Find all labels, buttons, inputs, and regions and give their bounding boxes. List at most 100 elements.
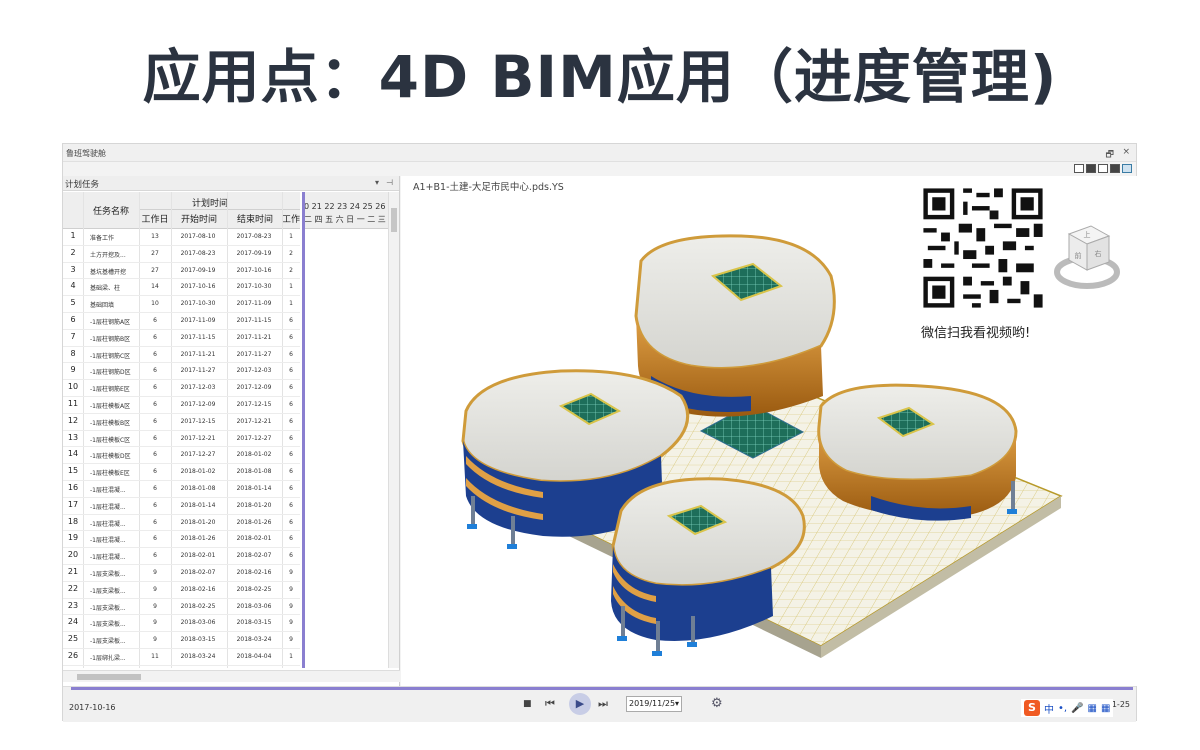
task-start: 2017-12-27 (180, 451, 216, 459)
table-row[interactable]: 26 -1层绑扎梁... 11 2018-03-24 2018-04-04 1 (63, 649, 300, 666)
task-end: 2018-04-04 (236, 652, 272, 660)
current-date-line[interactable] (302, 192, 305, 668)
table-row[interactable]: 1 准备工作 13 2017-08-10 2017-08-23 1 (63, 229, 300, 246)
table-row[interactable]: 4 基础梁、柱 14 2017-10-16 2017-10-30 1 (63, 279, 300, 297)
task-duration: 27 (151, 266, 159, 274)
task-work: 9 (289, 568, 293, 576)
task-work: 6 (289, 451, 293, 459)
table-row[interactable]: 2 土方开挖及... 27 2017-08-23 2017-09-19 2 (63, 246, 300, 263)
close-icon[interactable]: × (1122, 147, 1130, 157)
ime-lang[interactable]: 中 (1044, 701, 1054, 716)
row-index: 16 (67, 482, 79, 492)
task-end: 2017-12-09 (236, 384, 272, 392)
task-name: -1层柱混凝... (90, 537, 126, 545)
panel-dropdown-icon[interactable]: ▾ (375, 178, 379, 187)
ime-grid-icon[interactable]: ▦ (1101, 703, 1110, 714)
pin-icon[interactable]: ⊣ (386, 178, 393, 187)
task-name: 基坑基槽开挖 (90, 268, 127, 276)
task-end: 2018-01-02 (236, 451, 272, 459)
view-cube[interactable]: 上 前 右 (1051, 212, 1123, 298)
task-grid: 计划时间 任务名称 工作日 开始时间 结束时间 工作 1 准备工作 13 2017-0… (63, 192, 300, 668)
task-end: 2017-11-15 (236, 316, 272, 324)
ime-mic-icon[interactable]: 🎤 (1071, 703, 1083, 714)
table-row[interactable]: 9 -1层柱钢筋D区 6 2017-11-27 2017-12-03 6 (63, 363, 300, 381)
app-name: 鲁班驾驶舱 (66, 149, 106, 158)
panel-title: 计划任务 (65, 180, 100, 190)
task-duration: 9 (153, 568, 157, 576)
task-duration: 6 (153, 552, 157, 560)
task-end: 2017-08-23 (236, 233, 272, 240)
task-start: 2018-01-26 (180, 535, 216, 543)
timeline-progress[interactable] (71, 687, 1133, 690)
table-row[interactable]: 8 -1层柱钢筋C区 6 2017-11-21 2017-11-27 6 (63, 347, 300, 364)
play-button[interactable]: ▶ (569, 693, 591, 715)
table-row[interactable]: 10 -1层柱钢筋E区 6 2017-12-03 2017-12-09 6 (63, 380, 300, 397)
stop-icon[interactable]: ■ (523, 699, 532, 709)
work-header[interactable]: 工作 (282, 212, 300, 225)
frame-view-icon[interactable] (1098, 164, 1108, 173)
next-icon[interactable]: ⏭ (598, 697, 608, 711)
table-row[interactable]: 18 -1层柱混凝... 6 2018-01-20 2018-01-26 6 (63, 515, 300, 532)
table-row[interactable]: 24 -1层支梁板... 9 2018-03-06 2018-03-15 9 (63, 615, 300, 633)
model-file-label: A1+B1-土建-大足市民中心.pds.YS (413, 182, 564, 193)
task-work: 6 (289, 333, 293, 341)
table-row[interactable]: 17 -1层柱混凝... 6 2018-01-14 2018-01-20 6 (63, 498, 300, 515)
task-start: 2018-03-24 (180, 652, 216, 660)
table-row[interactable]: 6 -1层柱钢筋A区 6 2017-11-09 2017-11-15 6 (63, 313, 300, 330)
settings-icon[interactable]: ⚙ (711, 696, 723, 711)
task-duration: 6 (153, 316, 157, 324)
row-index: 19 (67, 533, 79, 543)
view-toolbar (1074, 164, 1132, 173)
vertical-scroll-thumb[interactable] (391, 208, 397, 232)
ime-keyboard-icon[interactable]: ▦ (1088, 703, 1097, 714)
duration-header[interactable]: 工作日 (139, 212, 171, 225)
table-row[interactable]: 21 -1层支梁板... 9 2018-02-07 2018-02-16 9 (63, 565, 300, 582)
task-name: -1层柱混凝... (90, 554, 126, 562)
row-index: 22 (67, 583, 79, 593)
layout-icon[interactable] (1074, 164, 1084, 173)
current-date-value: 2019/11/25 (629, 699, 676, 708)
table-row[interactable]: 13 -1层柱模板C区 6 2017-12-21 2017-12-27 6 (63, 431, 300, 448)
task-name: -1层柱钢筋E区 (90, 386, 130, 394)
task-work: 9 (289, 585, 293, 593)
start-header[interactable]: 开始时间 (172, 212, 226, 225)
task-work: 6 (289, 501, 293, 509)
row-index: 2 (70, 247, 76, 257)
vertical-scrollbar[interactable] (388, 192, 399, 668)
table-row[interactable]: 23 -1层支梁板... 9 2018-02-25 2018-03-06 9 (63, 599, 300, 616)
model-viewport[interactable]: A1+B1-土建-大足市民中心.pds.YS 微信扫我看视频哟! 上 前 右 (401, 176, 1137, 686)
table-row[interactable]: 20 -1层柱混凝... 6 2018-02-01 2018-02-07 6 (63, 548, 300, 565)
previous-icon[interactable]: ⏮ (545, 697, 555, 711)
table-row[interactable]: 16 -1层柱混凝... 6 2018-01-08 2018-01-14 6 (63, 481, 300, 498)
row-index: 9 (70, 365, 76, 375)
task-work: 6 (289, 518, 293, 526)
table-row[interactable]: 22 -1层支梁板... 9 2018-02-16 2018-02-25 9 (63, 582, 300, 599)
ime-toolbar[interactable]: S 中 •, 🎤 ▦ ▦ (1021, 699, 1114, 717)
task-end: 2018-01-26 (236, 518, 272, 526)
task-work: 6 (289, 434, 293, 442)
horizontal-scrollbar[interactable] (63, 670, 400, 682)
restore-icon[interactable]: 🗗 (1106, 147, 1114, 163)
table-row[interactable]: 12 -1层柱模板B区 6 2017-12-15 2017-12-21 6 (63, 414, 300, 431)
row-index: 10 (67, 382, 79, 392)
table-row[interactable]: 15 -1层柱模板E区 6 2018-01-02 2018-01-08 6 (63, 464, 300, 481)
layers-icon[interactable] (1122, 164, 1132, 173)
table-row[interactable]: 14 -1层柱模板D区 6 2017-12-27 2018-01-02 6 (63, 447, 300, 465)
table-row[interactable]: 11 -1层柱模板A区 6 2017-12-09 2017-12-15 6 (63, 397, 300, 414)
table-row[interactable]: 7 -1层柱钢筋B区 6 2017-11-15 2017-11-21 6 (63, 330, 300, 347)
table-row[interactable]: 25 -1层支梁板... 9 2018-03-15 2018-03-24 9 (63, 632, 300, 649)
sogou-logo-icon[interactable]: S (1024, 700, 1040, 716)
table-row[interactable]: 19 -1层柱混凝... 6 2018-01-26 2018-02-01 6 (63, 531, 300, 549)
task-end: 2018-01-08 (236, 468, 272, 476)
grid-header: 计划时间 任务名称 工作日 开始时间 结束时间 工作 (63, 192, 300, 229)
shade-view-icon[interactable] (1110, 164, 1120, 173)
ime-punct-icon[interactable]: •, (1058, 703, 1067, 714)
current-date-select[interactable]: 2019/11/25 ▾ (626, 696, 682, 712)
table-row[interactable]: 5 基础回填 10 2017-10-30 2017-11-09 1 (63, 296, 300, 313)
end-header[interactable]: 结束时间 (228, 212, 282, 225)
solid-view-icon[interactable] (1086, 164, 1096, 173)
horizontal-scroll-thumb[interactable] (77, 674, 141, 680)
task-start: 2017-11-15 (180, 333, 216, 341)
table-row[interactable]: 3 基坑基槽开挖 27 2017-09-19 2017-10-16 2 (63, 263, 300, 280)
task-name-header[interactable]: 任务名称 (85, 204, 137, 217)
